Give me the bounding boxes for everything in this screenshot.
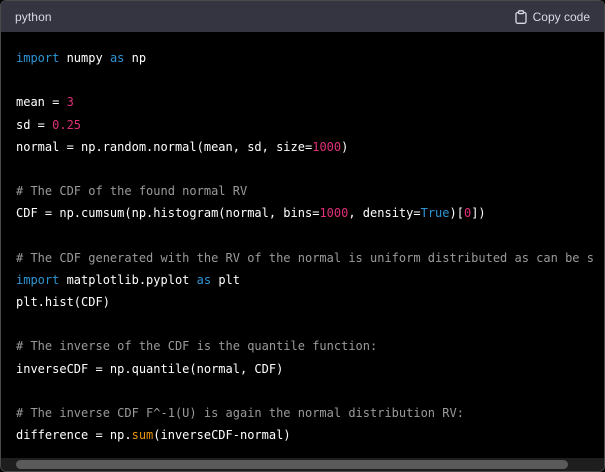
- code-token: inverseCDF = np.quantile(normal, CDF): [16, 361, 284, 376]
- code-line: normal = np.random.normal(mean, sd, size…: [16, 136, 604, 158]
- code-token: (inverseCDF-normal): [153, 428, 291, 443]
- code-token: as: [109, 51, 125, 65]
- code-line: import numpy as np: [16, 47, 604, 69]
- code-token: 1000: [312, 139, 342, 154]
- code-token: sum: [131, 428, 154, 443]
- code-token: plt.hist(CDF): [16, 295, 110, 310]
- code-token: True: [420, 206, 450, 221]
- clipboard-icon: [514, 9, 527, 24]
- code-token: 1000: [319, 206, 349, 221]
- code-line: mean = 3: [16, 91, 604, 113]
- code-line: inverseCDF = np.quantile(normal, CDF): [16, 358, 604, 380]
- code-token: import: [16, 51, 60, 65]
- code-token: numpy: [59, 51, 110, 65]
- code-token: 0.25: [52, 117, 82, 132]
- code-token: ]): [471, 206, 486, 221]
- code-line: plt.hist(CDF): [16, 291, 604, 313]
- code-token: CDF = np.cumsum(np.histogram(normal, bin…: [16, 206, 320, 221]
- code-token: # The CDF of the found normal RV: [16, 184, 248, 199]
- code-token: as: [196, 272, 212, 287]
- code-content[interactable]: import numpy as np mean = 3 sd = 0.25 norma…: [1, 32, 604, 458]
- code-line: CDF = np.cumsum(np.histogram(normal, bin…: [16, 202, 604, 224]
- code-token: matplotlib.pyplot: [59, 272, 197, 287]
- code-line: # The CDF of the found normal RV: [16, 180, 604, 202]
- code-token: ): [341, 139, 349, 154]
- code-token: # The CDF generated with the RV of the n…: [16, 250, 594, 265]
- copy-code-button[interactable]: Copy code: [514, 9, 590, 24]
- code-line: difference = np.sum(inverseCDF-normal): [16, 424, 604, 446]
- code-line: # The inverse of the CDF is the quantile…: [16, 335, 604, 357]
- code-token: # The inverse CDF F^-1(U) is again the n…: [16, 406, 464, 420]
- code-token: plt: [211, 272, 240, 287]
- code-text[interactable]: import numpy as np mean = 3 sd = 0.25 norma…: [1, 32, 604, 446]
- code-line: # The inverse CDF F^-1(U) is again the n…: [16, 402, 604, 424]
- scrollbar-thumb[interactable]: [16, 460, 568, 469]
- code-token: sd =: [16, 117, 53, 132]
- code-line: # The CDF generated with the RV of the n…: [16, 247, 604, 269]
- code-token: mean =: [16, 95, 67, 110]
- code-token: 3: [66, 95, 74, 110]
- code-token: )[: [449, 206, 464, 221]
- code-token: normal = np.random.normal(mean, sd, size…: [16, 139, 313, 154]
- code-line: sd = 0.25: [16, 114, 604, 136]
- horizontal-scrollbar[interactable]: [1, 458, 604, 471]
- language-label: python: [15, 9, 52, 24]
- code-token: , density=: [348, 206, 421, 221]
- code-token: difference = np.: [16, 428, 132, 443]
- code-token: # The inverse of the CDF is the quantile…: [16, 339, 378, 354]
- code-block-header: python Copy code: [1, 1, 604, 32]
- code-line: import matplotlib.pyplot as plt: [16, 269, 604, 291]
- code-block: python Copy code import numpy as np mean …: [0, 0, 605, 472]
- copy-code-label: Copy code: [532, 9, 590, 24]
- code-token: np: [124, 51, 147, 65]
- code-token: import: [16, 272, 60, 287]
